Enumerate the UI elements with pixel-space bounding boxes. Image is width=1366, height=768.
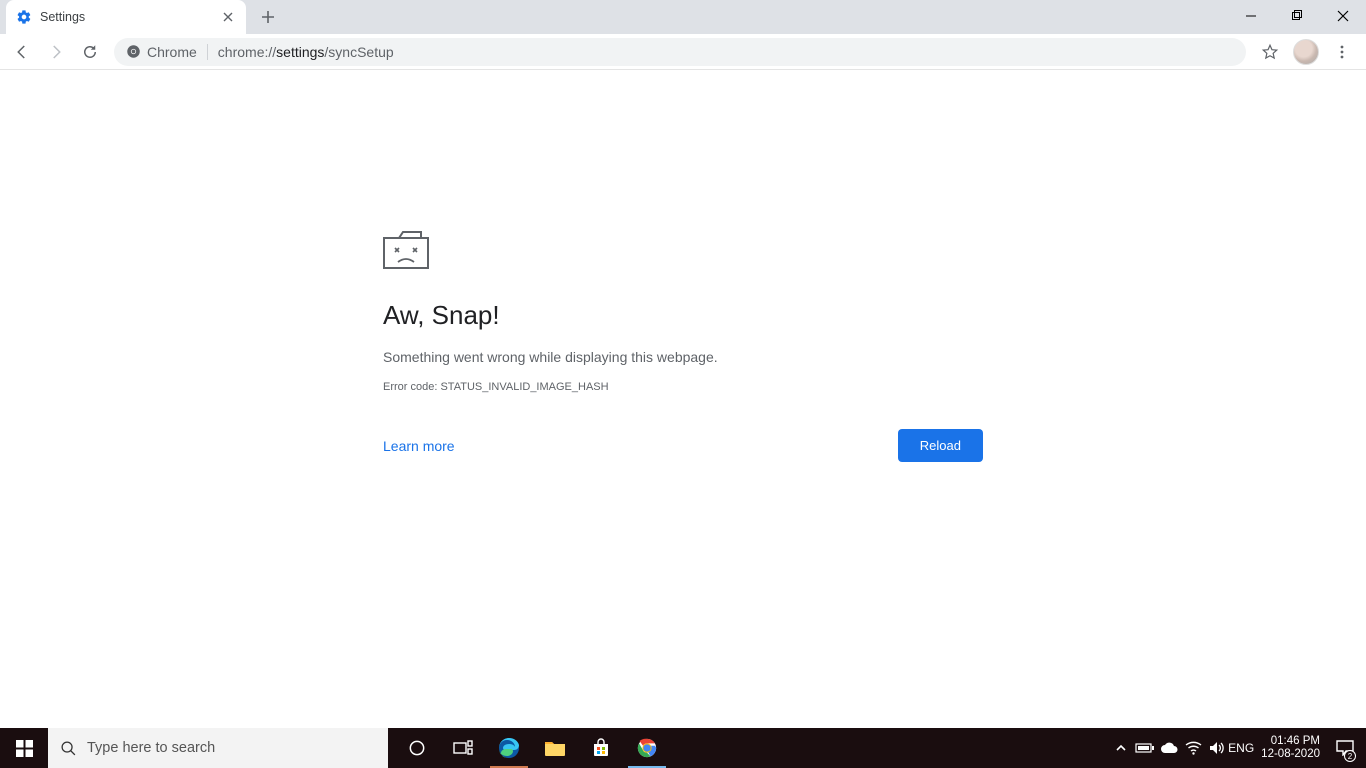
microsoft-store-icon[interactable] [578,728,624,768]
notification-badge: 2 [1344,750,1356,762]
edge-browser-icon[interactable] [486,728,532,768]
close-window-button[interactable] [1320,0,1366,32]
sad-folder-icon [383,230,983,270]
clock-date: 12-08-2020 [1261,748,1320,761]
page-content: Aw, Snap! Something went wrong while dis… [0,70,1366,728]
url-scheme: chrome:// [218,44,276,60]
site-info-chip[interactable]: Chrome [126,44,197,60]
tab-title: Settings [40,10,85,24]
error-actions: Learn more Reload [383,429,983,462]
browser-toolbar: Chrome chrome://settings/syncSetup [0,34,1366,70]
address-bar[interactable]: Chrome chrome://settings/syncSetup [114,38,1246,66]
chrome-icon [126,44,141,59]
reload-page-button[interactable]: Reload [898,429,983,462]
error-code: Error code: STATUS_INVALID_IMAGE_HASH [383,381,983,393]
url-host: settings [276,44,324,60]
back-button[interactable] [6,36,38,68]
close-tab-icon[interactable] [220,9,236,25]
chrome-taskbar-icon[interactable] [624,728,670,768]
reload-button[interactable] [74,36,106,68]
url-path: /syncSetup [324,44,393,60]
address-divider [207,44,208,60]
chrome-menu-button[interactable] [1326,36,1358,68]
maximize-button[interactable] [1274,0,1320,32]
taskbar-pinned [394,728,670,768]
cortana-icon[interactable] [394,728,440,768]
site-chip-label: Chrome [147,44,197,60]
bookmark-star-icon[interactable] [1254,36,1286,68]
battery-icon[interactable] [1133,728,1157,768]
system-tray: ENG 01:46 PM 12-08-2020 2 [1109,728,1366,768]
browser-tab[interactable]: Settings [6,0,246,34]
volume-icon[interactable] [1205,728,1229,768]
search-placeholder: Type here to search [87,740,215,756]
language-indicator[interactable]: ENG [1229,728,1253,768]
profile-avatar[interactable] [1290,36,1322,68]
error-title: Aw, Snap! [383,300,983,331]
search-icon [60,740,77,757]
gear-icon [16,9,32,25]
action-center-icon[interactable]: 2 [1328,728,1362,768]
toolbar-right [1254,36,1360,68]
url-text: chrome://settings/syncSetup [218,44,394,60]
window-controls [1228,0,1366,34]
task-view-icon[interactable] [440,728,486,768]
tray-overflow-icon[interactable] [1109,728,1133,768]
error-container: Aw, Snap! Something went wrong while dis… [383,230,983,462]
file-explorer-icon[interactable] [532,728,578,768]
onedrive-icon[interactable] [1157,728,1181,768]
wifi-icon[interactable] [1181,728,1205,768]
clock-time: 01:46 PM [1261,735,1320,748]
forward-button[interactable] [40,36,72,68]
taskbar-search[interactable]: Type here to search [48,728,388,768]
windows-taskbar: Type here to search ENG 01:46 PM 12-08-2… [0,728,1366,768]
taskbar-clock[interactable]: 01:46 PM 12-08-2020 [1253,735,1328,761]
start-button[interactable] [0,728,48,768]
learn-more-link[interactable]: Learn more [383,438,455,454]
error-message: Something went wrong while displaying th… [383,349,983,365]
browser-titlebar: Settings [0,0,1366,34]
minimize-button[interactable] [1228,0,1274,32]
new-tab-button[interactable] [254,3,282,31]
